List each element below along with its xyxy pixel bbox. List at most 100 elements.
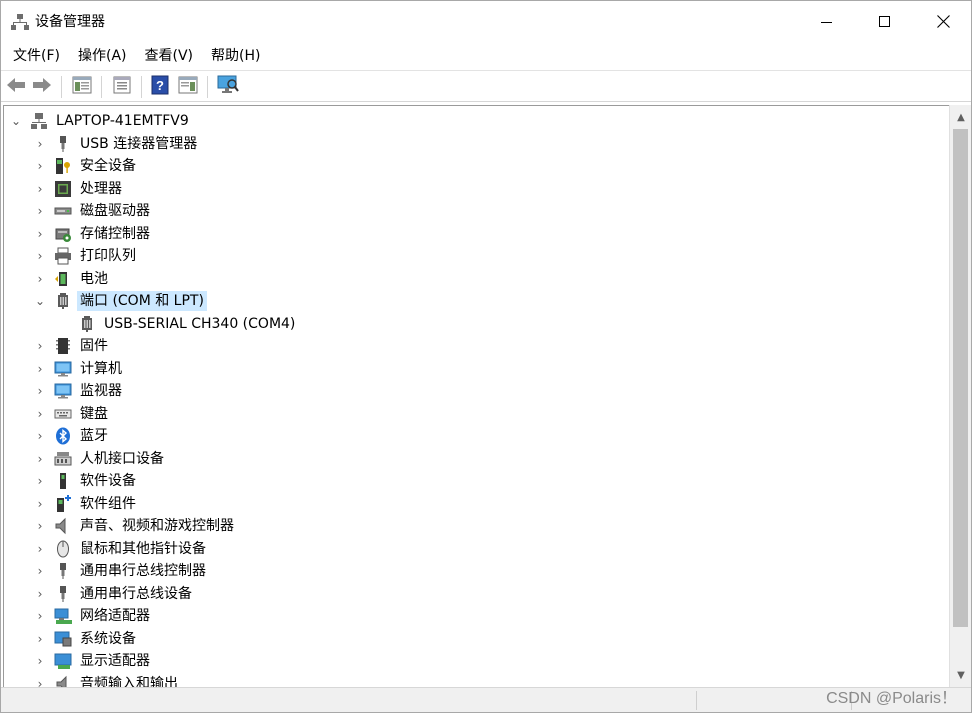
menu-help[interactable]: 帮助(H): [202, 43, 269, 69]
mouse-icon: [54, 540, 72, 558]
show-hide-console-tree-button[interactable]: [71, 76, 93, 98]
tree-category-item[interactable]: › 键盘: [34, 403, 111, 425]
tree-category-item[interactable]: › 软件设备: [34, 470, 139, 492]
chevron-right-icon[interactable]: ›: [34, 583, 46, 605]
svg-text:?: ?: [156, 78, 164, 93]
tree-item-label: 软件设备: [80, 473, 136, 489]
display-adapter-icon: [54, 652, 72, 670]
tree-category-item[interactable]: › 鼠标和其他指针设备: [34, 538, 209, 560]
tree-category-item[interactable]: › 打印队列: [34, 245, 139, 267]
tree-item-label: USB 连接器管理器: [80, 135, 198, 152]
software-component-icon: [54, 494, 72, 513]
chevron-right-icon[interactable]: ›: [34, 155, 46, 177]
vertical-scrollbar[interactable]: ▲ ▼: [949, 105, 971, 687]
chevron-right-icon[interactable]: ›: [34, 493, 46, 515]
chevron-right-icon[interactable]: ›: [34, 448, 46, 470]
tree-category-item[interactable]: ⌄ 端口 (COM 和 LPT): [34, 290, 207, 312]
scroll-thumb[interactable]: [953, 129, 968, 627]
tree-category-item[interactable]: › 监视器: [34, 380, 125, 402]
tree-category-item[interactable]: › 通用串行总线设备: [34, 583, 195, 605]
toolbar-separator: [61, 76, 62, 98]
chevron-right-icon[interactable]: ›: [34, 245, 46, 267]
chevron-right-icon[interactable]: ›: [34, 650, 46, 672]
monitor-icon: [54, 360, 72, 378]
tree-item-label: 鼠标和其他指针设备: [80, 540, 206, 557]
chevron-down-icon[interactable]: ⌄: [34, 290, 46, 312]
tree-device-item[interactable]: USB-SERIAL CH340 (COM4): [58, 313, 298, 335]
chevron-right-icon[interactable]: ›: [34, 605, 46, 627]
maximize-icon: [879, 13, 891, 32]
help-icon: ?: [151, 75, 169, 99]
tree-category-item[interactable]: › 通用串行总线控制器: [34, 560, 209, 582]
monitor-icon: [54, 382, 72, 400]
tree-category-item[interactable]: › 处理器: [34, 178, 125, 200]
chevron-right-icon[interactable]: ›: [34, 358, 46, 380]
title-bar[interactable]: 设备管理器: [1, 1, 971, 43]
chevron-right-icon[interactable]: ›: [34, 200, 46, 222]
device-tree[interactable]: ⌄ LAPTOP-41EMTFV9 › USB 连接器管理器 › 安全设备 › 处理器 › 磁…: [3, 105, 949, 687]
usb-plug-icon: [54, 585, 72, 603]
chevron-down-icon[interactable]: ⌄: [10, 110, 22, 132]
tree-item-label: 蓝牙: [80, 428, 108, 444]
tree-category-item[interactable]: › 系统设备: [34, 628, 139, 650]
tree-category-item[interactable]: › 存储控制器: [34, 223, 153, 245]
tree-root-label: LAPTOP-41EMTFV9: [56, 113, 189, 129]
battery-icon: [54, 270, 72, 288]
chevron-right-icon[interactable]: ›: [34, 178, 46, 200]
help-button[interactable]: ?: [149, 75, 171, 99]
menu-view[interactable]: 查看(V): [136, 43, 203, 69]
chevron-right-icon[interactable]: ›: [34, 560, 46, 582]
chevron-right-icon[interactable]: ›: [34, 335, 46, 357]
tree-category-item[interactable]: › 计算机: [34, 358, 125, 380]
properties-button[interactable]: [111, 76, 133, 98]
tree-item-label: 键盘: [80, 405, 108, 422]
chevron-right-icon[interactable]: ›: [34, 268, 46, 290]
maximize-button[interactable]: [856, 1, 914, 43]
computer-icon: [30, 112, 48, 130]
action-pane-button[interactable]: [177, 76, 199, 98]
tree-category-item[interactable]: › 音频输入和输出: [34, 673, 181, 688]
usb-plug-icon: [54, 135, 72, 153]
scroll-up-icon[interactable]: ▲: [950, 107, 972, 127]
forward-button[interactable]: [31, 76, 53, 98]
minimize-button[interactable]: [798, 1, 856, 43]
tree-category-item[interactable]: › USB 连接器管理器: [34, 133, 200, 155]
chevron-right-icon[interactable]: ›: [34, 133, 46, 155]
back-button[interactable]: [5, 76, 27, 98]
audio-io-icon: [54, 675, 72, 687]
tree-root-computer[interactable]: ⌄ LAPTOP-41EMTFV9: [10, 110, 192, 132]
menu-bar: 文件(F) 操作(A) 查看(V) 帮助(H): [1, 43, 971, 69]
chevron-right-icon[interactable]: ›: [34, 470, 46, 492]
chevron-right-icon[interactable]: ›: [34, 515, 46, 537]
tree-category-item[interactable]: › 网络适配器: [34, 605, 153, 627]
tree-item-label: 网络适配器: [80, 608, 150, 624]
chevron-right-icon[interactable]: ›: [34, 538, 46, 560]
security-key-icon: [54, 157, 72, 175]
tree-category-item[interactable]: › 磁盘驱动器: [34, 200, 153, 222]
tree-category-item[interactable]: › 声音、视频和游戏控制器: [34, 515, 237, 537]
scan-hardware-button[interactable]: [217, 75, 239, 98]
tree-item-label: 存储控制器: [80, 225, 150, 242]
chevron-right-icon[interactable]: ›: [34, 628, 46, 650]
tree-category-item[interactable]: › 固件: [34, 335, 111, 357]
chevron-right-icon[interactable]: ›: [34, 673, 46, 688]
tree-item-label: 通用串行总线控制器: [80, 563, 206, 579]
chevron-right-icon[interactable]: ›: [34, 403, 46, 425]
disk-drive-icon: [54, 202, 72, 220]
tree-category-item[interactable]: › 显示适配器: [34, 650, 153, 672]
chevron-right-icon[interactable]: ›: [34, 425, 46, 447]
tree-category-item[interactable]: › 电池: [34, 268, 111, 290]
tree-category-item[interactable]: › 安全设备: [34, 155, 139, 177]
scroll-down-icon[interactable]: ▼: [950, 665, 972, 685]
tree-category-item[interactable]: › 人机接口设备: [34, 448, 167, 470]
chevron-right-icon[interactable]: ›: [34, 223, 46, 245]
tree-category-item[interactable]: › 蓝牙: [34, 425, 111, 447]
speaker-icon: [54, 517, 72, 535]
menu-file[interactable]: 文件(F): [4, 43, 69, 69]
tree-category-item[interactable]: › 软件组件: [34, 493, 139, 515]
device-manager-icon: [11, 13, 29, 31]
close-button[interactable]: [914, 1, 972, 43]
chevron-right-icon[interactable]: ›: [34, 380, 46, 402]
menu-action[interactable]: 操作(A): [69, 43, 136, 69]
